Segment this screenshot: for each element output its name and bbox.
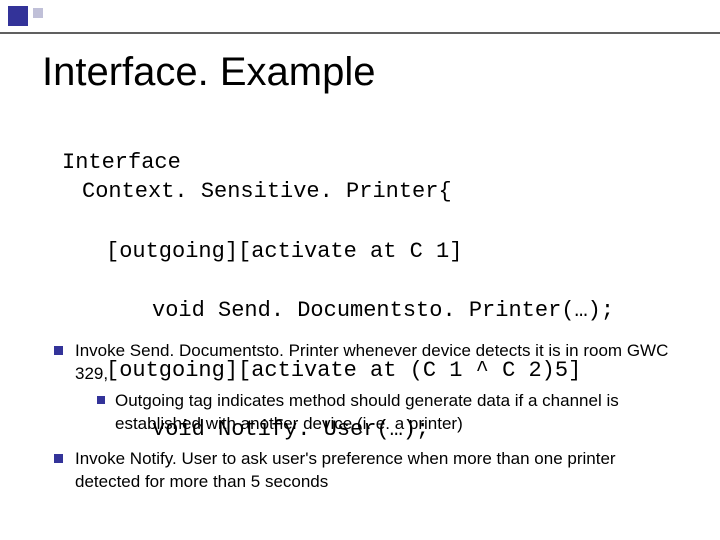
accent-square-large — [8, 6, 28, 26]
slide: Interface. Example Interface Context. Se… — [0, 0, 720, 540]
code-line: Interface — [62, 150, 181, 175]
sub-list-item: Outgoing tag indicates method should gen… — [97, 390, 680, 436]
bullet-hollow-square-icon — [97, 396, 105, 404]
bullet-square-icon — [54, 454, 63, 463]
bullet-line: Invoke Send. Documentsto. Printer whenev… — [75, 341, 668, 383]
horizontal-rule — [0, 32, 720, 34]
list-item: Invoke Send. Documentsto. Printer whenev… — [54, 340, 680, 440]
code-line: Context. Sensitive. Printer{ — [62, 177, 614, 207]
code-line: void Send. Documentsto. Printer(…); — [62, 296, 614, 326]
list-item: Invoke Notify. User to ask user's prefer… — [54, 448, 680, 494]
accent-strip — [0, 0, 45, 26]
code-line: [outgoing][activate at C 1] — [62, 237, 614, 267]
bullet-list: Invoke Send. Documentsto. Printer whenev… — [54, 340, 680, 502]
accent-square-small — [33, 8, 43, 18]
slide-title: Interface. Example — [42, 50, 376, 95]
sub-bullet-text: Outgoing tag indicates method should gen… — [115, 390, 680, 436]
bullet-text: Invoke Notify. User to ask user's prefer… — [75, 448, 680, 494]
bullet-square-icon — [54, 346, 63, 355]
bullet-text: Invoke Send. Documentsto. Printer whenev… — [75, 340, 680, 440]
